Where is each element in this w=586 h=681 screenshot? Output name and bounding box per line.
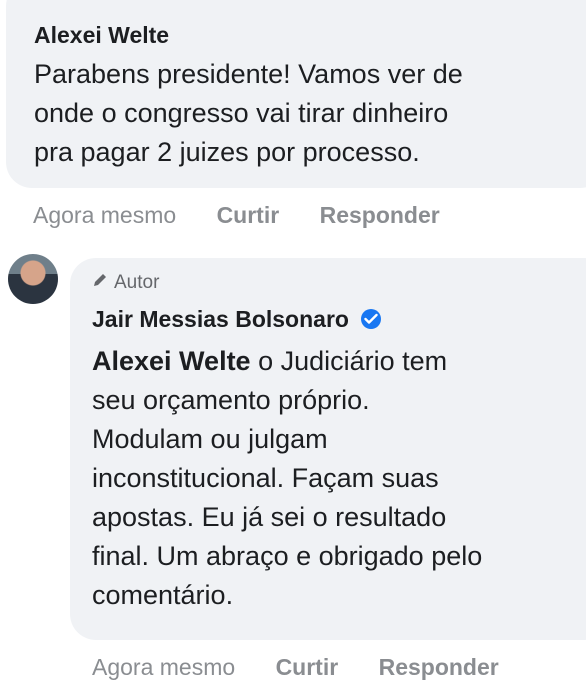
reply-text-line: comentário. [92,580,234,610]
comment-text-line: onde o congresso vai tirar dinheiro [34,98,449,128]
reply-text-line: seu orçamento próprio. [92,385,370,415]
comment-text-line: Parabens presidente! Vamos ver de [34,59,463,89]
comment-actions: Agora mesmo Curtir Responder [33,202,440,229]
reply-button[interactable]: Responder [320,202,440,228]
reply-button[interactable]: Responder [379,654,499,680]
avatar[interactable] [8,254,58,304]
comment-timestamp[interactable]: Agora mesmo [33,202,176,228]
reply-text-line: Modulam ou julgam [92,424,328,454]
author-badge-label: Autor [114,272,160,293]
reply-author-label[interactable]: Jair Messias Bolsonaro [92,306,349,332]
reply-timestamp[interactable]: Agora mesmo [92,654,235,680]
like-button[interactable]: Curtir [217,202,280,228]
reply-text-line: inconstitucional. Façam suas [92,463,439,493]
mention-link[interactable]: Alexei Welte [92,346,251,376]
reply-text-line: final. Um abraço e obrigado pelo [92,541,483,571]
reply-text-line: apostas. Eu já sei o resultado [92,502,447,532]
like-button[interactable]: Curtir [276,654,339,680]
pencil-icon [92,272,108,294]
reply-actions: Agora mesmo Curtir Responder [92,654,499,681]
reply-text-line: Alexei Welte o Judiciário tem [92,342,482,381]
reply-author-name[interactable]: Jair Messias Bolsonaro [92,306,382,333]
comment-text-line: pra pagar 2 juizes por processo. [34,137,420,167]
comment-text: Parabens presidente! Vamos ver de onde o… [34,55,463,172]
verified-badge-icon [361,308,382,329]
comment-author-name[interactable]: Alexei Welte [34,22,169,49]
reply-text-fragment: o Judiciário tem [250,346,448,376]
reply-text: Alexei Welte o Judiciário tem seu orçame… [92,342,482,615]
author-badge: Autor [92,272,159,294]
